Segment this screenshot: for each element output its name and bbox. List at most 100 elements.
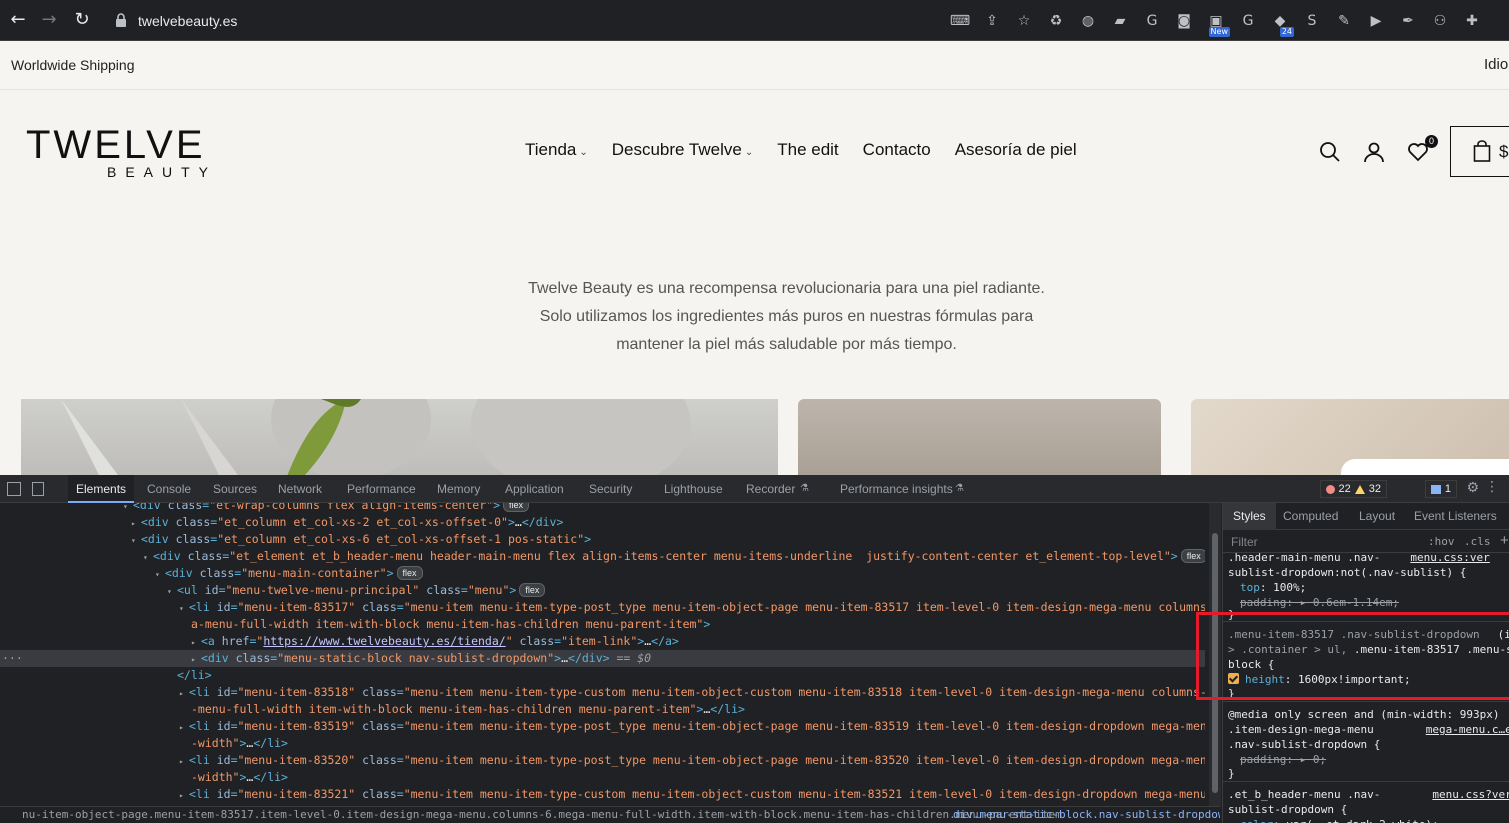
search-icon[interactable] <box>1318 140 1342 164</box>
pen-icon[interactable]: ✎ <box>1332 9 1356 33</box>
devtools-tab-memory[interactable]: Memory <box>437 475 480 503</box>
promo-card <box>1341 459 1509 475</box>
chevron-down-icon: ⌄ <box>744 147 754 158</box>
extension-glyph: S <box>1307 13 1317 29</box>
dom-node[interactable]: ▾ <ul id="menu-twelve-menu-principal" cla… <box>0 582 1205 599</box>
reload-icon[interactable]: ↻ <box>71 9 93 31</box>
tab-styles[interactable]: Styles <box>1223 503 1276 530</box>
extension-glyph: ▰ <box>1114 13 1126 29</box>
dom-node[interactable]: -width">…</li> <box>0 735 1205 752</box>
dom-node[interactable]: ▸ <div class="et_column et_col-xs-2 et_co… <box>0 514 1205 531</box>
extension-glyph: ⇪ <box>986 13 998 29</box>
extension-glyph: ♻ <box>1049 13 1063 29</box>
dom-node[interactable]: </li> <box>0 667 1205 684</box>
inspect-element-icon[interactable] <box>7 482 21 496</box>
dom-node[interactable]: a-menu-full-width item-with-block menu-i… <box>0 616 1205 633</box>
devtools-tab-recorder[interactable]: Recorder <box>746 475 795 503</box>
s-extension-icon[interactable]: S <box>1300 9 1324 33</box>
wishlist-button[interactable]: 0 <box>1406 135 1438 164</box>
extensions-toolbar: ⌨ ⇪ ☆ ♻ ◍ ▰ G ◙ ▣ New G ◆ 24 S ✎ ▶ ✒ ⚇ ✚ <box>948 9 1484 37</box>
class-toggle[interactable]: .cls <box>1464 535 1491 548</box>
camera-icon[interactable]: ◙ <box>1172 9 1196 33</box>
translate-icon[interactable]: ⌨ <box>948 9 972 33</box>
filter-input[interactable]: Filter <box>1231 535 1258 549</box>
feather-icon[interactable]: ✒ <box>1396 9 1420 33</box>
language-selector[interactable]: Idio <box>1484 56 1508 73</box>
tab-event-listeners[interactable]: Event Listeners <box>1414 503 1497 530</box>
dom-node[interactable]: -width">…</li> <box>0 769 1205 786</box>
breadcrumb-item-active[interactable]: div.menu-static-block.nav-sublist-dropdo… <box>953 807 1220 823</box>
new-rule-icon[interactable]: + <box>1500 532 1509 549</box>
devtools-tab-network[interactable]: Network <box>278 475 322 503</box>
dom-node[interactable]: ▸ <li id="menu-item-83519" class="menu-it… <box>0 718 1205 735</box>
product-image-2[interactable] <box>798 399 1161 475</box>
devtools-tab-application[interactable]: Application <box>505 475 564 503</box>
site-logo[interactable]: TWELVE BEAUTY <box>26 125 208 180</box>
devtools-tab-sources[interactable]: Sources <box>213 475 257 503</box>
dom-node[interactable]: ▸ <a href="https://www.twelvebeauty.es/ti… <box>0 633 1205 650</box>
devtools-tab-elements[interactable]: Elements <box>68 475 135 503</box>
video-icon[interactable]: ▶ <box>1364 9 1388 33</box>
dom-node-selected[interactable]: ··· ▸ <div class="menu-static-block nav-su… <box>0 650 1205 667</box>
share-icon[interactable]: ⇪ <box>980 9 1004 33</box>
dom-node[interactable]: ▸ <li id="menu-item-83518" class="menu-it… <box>0 684 1205 701</box>
devtools-tab-console[interactable]: Console <box>147 475 191 503</box>
nav-item-descubre-twelve[interactable]: Descubre Twelve ⌄ <box>612 140 753 160</box>
more-options-icon[interactable]: ··· <box>2 650 23 667</box>
elements-dom-tree[interactable]: ▾ <div class="et-wrap-columns flex align-… <box>0 503 1205 806</box>
devtools-tab-lighthouse[interactable]: Lighthouse <box>664 475 723 503</box>
nav-item-contacto[interactable]: Contacto <box>863 140 931 160</box>
new-extension-icon[interactable]: ▣ New <box>1204 9 1230 37</box>
extension-glyph: ✎ <box>1338 13 1350 29</box>
announcement-bar: Worldwide Shipping Idio <box>0 41 1509 90</box>
extension-badge: 24 <box>1279 27 1294 37</box>
devtools-tabbar: Elements Console Sources Network Performance… <box>0 475 1509 503</box>
puzzle-icon[interactable]: ✚ <box>1460 9 1484 33</box>
device-toolbar-icon[interactable] <box>32 482 44 496</box>
devtools-tab-security[interactable]: Security <box>589 475 632 503</box>
extension-glyph: ✚ <box>1466 13 1478 29</box>
hero-image-leaf[interactable] <box>21 399 778 475</box>
dom-node[interactable]: ▾ <div class="et_column et_col-xs-6 et_co… <box>0 531 1205 548</box>
settings-gear-icon[interactable]: ⚙ <box>1466 480 1479 496</box>
back-arrow-icon[interactable]: ← <box>7 9 29 31</box>
dom-node[interactable]: ▸ <li id="menu-item-83521" class="menu-it… <box>0 786 1205 803</box>
devtools-tab-performance[interactable]: Performance <box>347 475 416 503</box>
address-bar[interactable]: twelvebeauty.es <box>105 6 1040 36</box>
nav-item-tienda[interactable]: Tienda ⌄ <box>525 140 588 160</box>
main-navigation: Tienda ⌄ Descubre Twelve ⌄ The edit Contacto A… <box>525 140 1077 160</box>
cart-button[interactable]: $ <box>1450 126 1509 177</box>
dom-node[interactable]: -menu-full-width item-with-block menu-it… <box>0 701 1205 718</box>
hover-state-toggle[interactable]: :hov <box>1428 535 1455 548</box>
nav-item-asesor-a-de-piel[interactable]: Asesoría de piel <box>955 140 1077 160</box>
issues-counter[interactable]: 22 32 <box>1319 480 1387 498</box>
product-image-3[interactable] <box>1191 399 1509 475</box>
tab-computed[interactable]: Computed <box>1283 503 1338 530</box>
calendar-extension-icon[interactable]: ◆ 24 <box>1268 9 1294 37</box>
globe-icon[interactable]: ◍ <box>1076 9 1100 33</box>
dom-node[interactable]: ▾ <li id="menu-item-83517" class="menu-it… <box>0 599 1205 616</box>
messages-counter[interactable]: 1 <box>1424 480 1457 498</box>
tab-layout[interactable]: Layout <box>1359 503 1395 530</box>
extension-glyph: ◍ <box>1081 13 1095 29</box>
more-options-icon[interactable]: ⋮ <box>1485 479 1499 495</box>
network-icon[interactable]: ⚇ <box>1428 9 1452 33</box>
dom-node[interactable]: ▾ <div class="et-wrap-columns flex align-… <box>0 503 1205 514</box>
nav-item-the-edit[interactable]: The edit <box>777 140 838 160</box>
cast-icon[interactable]: ▰ <box>1108 9 1132 33</box>
brand-tagline: Twelve Beauty es una recompensa revoluci… <box>0 275 1509 359</box>
devtools-tab-performance-insights[interactable]: Performance insights <box>840 475 953 503</box>
breadcrumb-item[interactable]: nu-item-object-page.menu-item-83517.item… <box>22 807 1062 823</box>
extension-glyph: ▶ <box>1370 13 1382 29</box>
dom-node[interactable]: ▾ <div class="et_element et_b_header-menu… <box>0 548 1205 565</box>
dom-node[interactable]: ▾ <div class="menu-main-container"> flex <box>0 565 1205 582</box>
error-icon <box>1325 484 1335 494</box>
dom-node[interactable]: ▸ <li id="menu-item-83520" class="menu-it… <box>0 752 1205 769</box>
forward-arrow-icon[interactable]: → <box>38 9 60 31</box>
star-icon[interactable]: ☆ <box>1012 9 1036 33</box>
recycle-icon[interactable]: ♻ <box>1044 9 1068 33</box>
header-icons: 0 <box>1318 135 1438 164</box>
google-translate-icon[interactable]: G <box>1140 9 1164 33</box>
grammarly-icon[interactable]: G <box>1236 9 1260 33</box>
account-icon[interactable] <box>1362 140 1386 164</box>
